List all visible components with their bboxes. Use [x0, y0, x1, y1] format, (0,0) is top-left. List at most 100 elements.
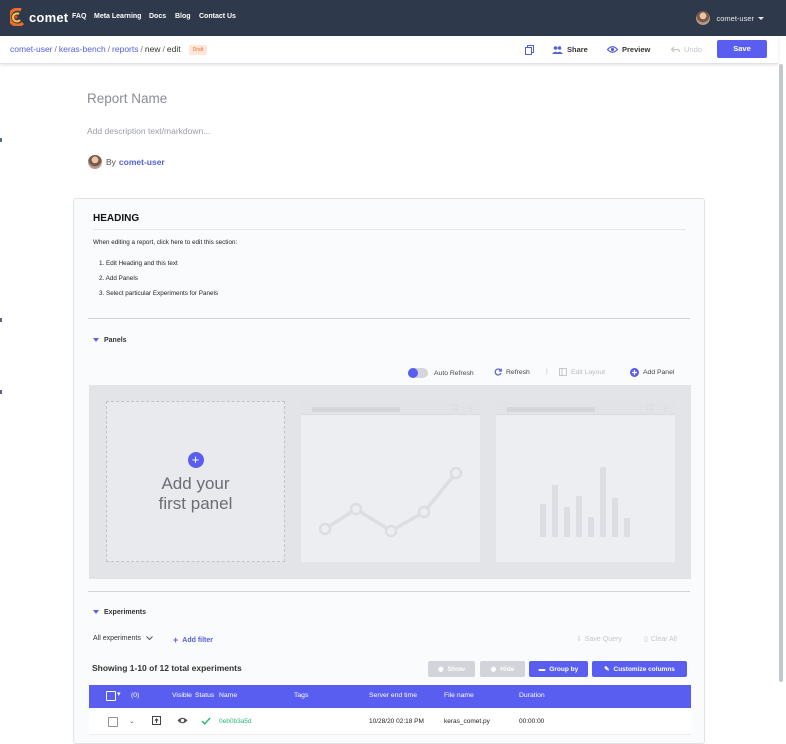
row-checkbox[interactable] [108, 717, 118, 727]
experiment-name-link[interactable]: 0eb0b3a5d [219, 718, 252, 725]
breadcrumb-new: new [144, 44, 161, 54]
auto-refresh-label: Auto Refresh [434, 369, 474, 377]
copy-icon [525, 45, 534, 55]
visibility-eye-icon[interactable] [177, 717, 188, 726]
show-button[interactable]: ◉ Show [428, 661, 475, 677]
column-header-server-end-time[interactable]: Server end time [369, 692, 417, 699]
show-label: Show [447, 665, 465, 673]
hide-label: Hide [500, 665, 515, 673]
nav-link-meta-learning[interactable]: Meta Learning [94, 13, 141, 20]
expand-icon: ⛶ [647, 405, 652, 412]
window-edge-marker [0, 390, 2, 394]
customize-columns-label: Customize columns [613, 665, 675, 673]
column-header-status[interactable]: Status [195, 692, 214, 699]
open-experiment-icon[interactable] [152, 716, 161, 727]
customize-columns-button[interactable]: ✎ Customize columns [592, 661, 687, 677]
add-filter-button[interactable]: + Add filter [173, 635, 213, 645]
nav-link-blog[interactable]: Blog [175, 13, 191, 20]
trash-icon: ▯ [644, 636, 648, 643]
comet-logo[interactable]: comet [10, 8, 68, 26]
save-query-button[interactable]: ⇩ Save Query [576, 635, 622, 644]
edit-layout-button[interactable]: Edit Layout [559, 368, 605, 376]
line-chart-placeholder-icon [318, 466, 463, 538]
breadcrumb-workspace[interactable]: comet-user [10, 44, 53, 54]
user-menu[interactable]: comet-user [696, 11, 764, 25]
column-header-name[interactable]: Name [219, 692, 237, 699]
report-author: By comet-user [88, 155, 165, 169]
undo-button[interactable]: Undo [671, 45, 702, 54]
heading-underline [93, 229, 686, 230]
add-panel-button[interactable]: Add Panel [630, 368, 674, 377]
column-header-tags[interactable]: Tags [294, 692, 308, 699]
experiment-end-time: 10/28/20 02:18 PM [369, 718, 424, 725]
breadcrumb-separator: / [54, 44, 57, 54]
experiment-duration: 00:00:00 [519, 718, 545, 725]
add-circle-icon [630, 368, 639, 377]
bar-chart-placeholder-icon [540, 467, 630, 537]
by-label: By [106, 157, 116, 167]
refresh-label: Refresh [506, 368, 530, 376]
panels-section-toggle[interactable]: Panels [93, 337, 127, 344]
avatar [88, 155, 102, 169]
selected-count: (0) [131, 692, 140, 699]
author-link[interactable]: comet-user [119, 157, 165, 167]
caret-down-icon [93, 338, 99, 343]
avatar [696, 11, 711, 25]
report-name-input[interactable]: Report Name [87, 91, 167, 106]
breadcrumb-project[interactable]: keras-bench [59, 44, 106, 54]
top-navbar: comet FAQ Meta Learning Docs Blog Contac… [0, 0, 786, 36]
copy-link-button[interactable] [525, 45, 538, 55]
clear-all-button[interactable]: ▯ Clear All [644, 635, 677, 644]
refresh-icon [494, 368, 502, 376]
group-by-button[interactable]: ▬ Group by [529, 661, 588, 677]
table-row[interactable]: ⌄ 0eb0b3a5d 10/28/20 02:18 PM keras_come… [89, 709, 691, 735]
chevron-down-icon [146, 636, 153, 641]
chevron-down-icon[interactable]: ⌄ [129, 717, 134, 725]
report-description-input[interactable]: Add description text/markdown... [87, 126, 210, 136]
save-button[interactable]: Save [717, 40, 767, 58]
column-header-duration[interactable]: Duration [519, 692, 545, 699]
window-edge-marker [0, 318, 2, 322]
section-intro-text[interactable]: When editing a report, click here to edi… [93, 239, 237, 246]
brand-name: comet [29, 9, 69, 25]
placeholder-bar-chart-panel: ⛶ ⋮ [496, 401, 675, 562]
add-panel-label: Add Panel [643, 369, 675, 376]
window-edge-marker [0, 138, 2, 142]
divider [88, 318, 690, 319]
refresh-button[interactable]: Refresh [494, 368, 530, 376]
undo-icon [671, 46, 680, 53]
group-icon: ▬ [538, 665, 546, 673]
preview-label: Preview [622, 45, 651, 54]
auto-refresh-toggle[interactable]: Auto Refresh [408, 368, 474, 378]
experiments-count: Showing 1-10 of 12 total experiments [92, 663, 242, 673]
layout-icon [559, 368, 567, 376]
add-first-panel-line2: first panel [158, 494, 233, 513]
experiments-section-toggle[interactable]: Experiments [93, 609, 146, 616]
experiments-filter-select[interactable]: All experiments [93, 635, 153, 642]
share-button[interactable]: Share [552, 45, 588, 54]
column-header-file-name[interactable]: File name [444, 692, 474, 699]
nav-link-contact-us[interactable]: Contact Us [199, 13, 236, 20]
column-header-visible[interactable]: Visible [172, 692, 192, 699]
pencil-icon: ✎ [604, 666, 610, 673]
select-all-checkbox[interactable] [106, 691, 116, 701]
page-scrollbar[interactable] [779, 64, 783, 682]
comet-logo-icon [10, 8, 25, 26]
more-vertical-icon: ⋮ [662, 406, 669, 413]
nav-link-docs[interactable]: Docs [149, 13, 166, 20]
hide-button[interactable]: ◉ Hide [480, 661, 525, 677]
add-first-panel-card[interactable]: + Add your first panel [106, 401, 285, 562]
chevron-down-icon[interactable]: ▾ [117, 690, 120, 698]
eye-icon: ◉ [437, 666, 444, 673]
section-heading[interactable]: HEADING [93, 213, 139, 224]
status-success-icon [201, 717, 211, 727]
toggle-switch[interactable] [408, 368, 428, 378]
experiments-table-header: ▾ (0) Visible Status Name Tags Server en… [89, 685, 691, 708]
preview-button[interactable]: Preview [607, 45, 650, 54]
toolbar-separator: | [546, 368, 548, 375]
breadcrumb-edit: edit [166, 44, 181, 54]
breadcrumb-reports[interactable]: reports [112, 44, 138, 54]
breadcrumb-separator: / [107, 44, 111, 54]
group-by-label: Group by [549, 665, 579, 673]
nav-link-faq[interactable]: FAQ [72, 13, 86, 20]
